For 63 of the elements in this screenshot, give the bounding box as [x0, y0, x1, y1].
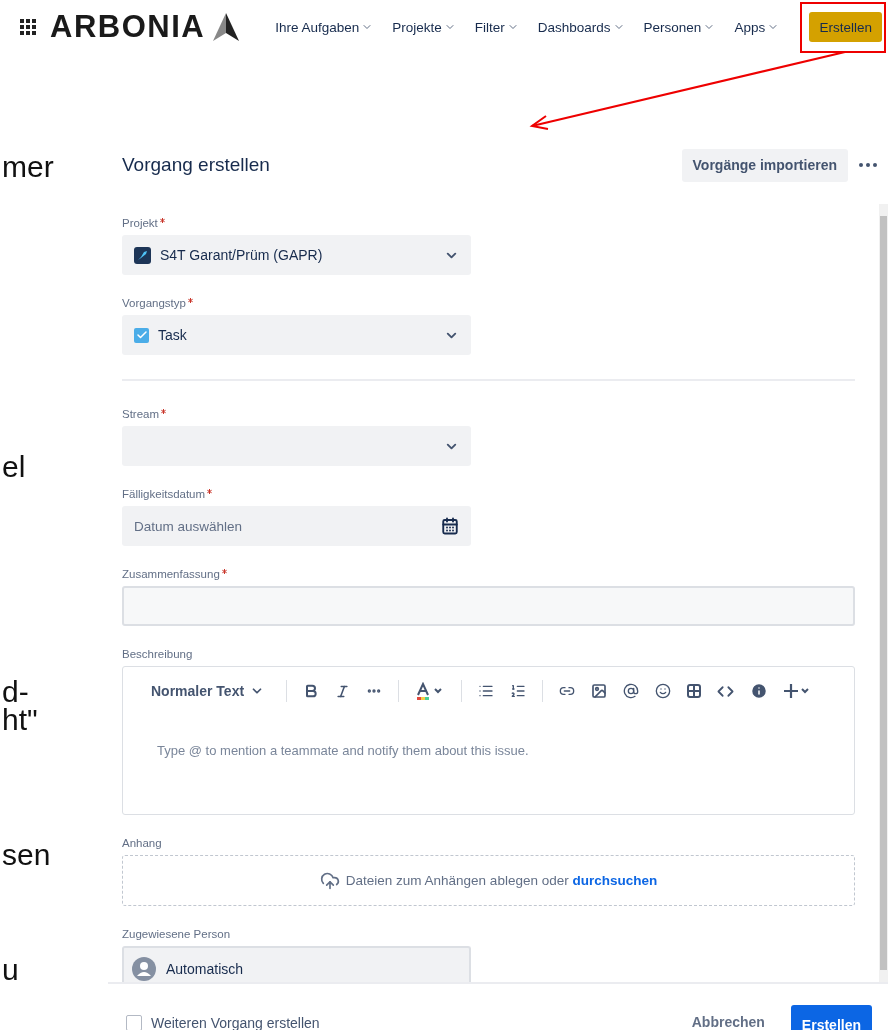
- emoji-icon[interactable]: [655, 683, 672, 699]
- select-field[interactable]: S4T Garant/Prüm (GAPR): [122, 235, 471, 275]
- italic-icon[interactable]: [335, 683, 351, 699]
- dialog-title: Vorgang erstellen: [122, 154, 271, 176]
- nav-menu[interactable]: Dashboards: [537, 19, 625, 35]
- field-label: Vorgangstyp: [122, 296, 855, 310]
- table-icon[interactable]: [687, 684, 702, 698]
- text-style-dropdown[interactable]: Normaler Text: [145, 683, 271, 699]
- submit-button[interactable]: Erstellen: [790, 1005, 872, 1030]
- nav-menu[interactable]: Filter: [474, 19, 519, 35]
- info-icon[interactable]: [750, 682, 769, 700]
- checkbox-icon: [134, 327, 149, 343]
- create-button[interactable]: Erstellen: [809, 12, 882, 42]
- import-button[interactable]: Vorgänge importieren: [681, 148, 848, 182]
- background-text: d-: [2, 677, 30, 707]
- field-label: Projekt: [122, 216, 855, 230]
- create-another-checkbox[interactable]: Weiteren Vorgang erstellen: [126, 1015, 686, 1030]
- nav-menu[interactable]: Apps: [734, 19, 780, 35]
- background-text: u: [2, 955, 20, 985]
- date-field[interactable]: Datum auswählen: [122, 506, 471, 546]
- field-label: Zugewiesene Person: [122, 927, 232, 941]
- background-text: ht": [2, 705, 39, 735]
- editor-placeholder: Type @ to mention a teammate and notify them about this issue.: [156, 742, 530, 758]
- cloud-upload-icon: [319, 870, 340, 891]
- required-asterisk-icon: [159, 218, 165, 223]
- background-text: el: [2, 452, 27, 482]
- numbered-list-icon[interactable]: [510, 683, 527, 699]
- field-label: Fälligkeitsdatum: [122, 487, 855, 501]
- browse-link[interactable]: durchsuchen: [572, 873, 658, 888]
- nav-menu[interactable]: Ihre Aufgaben: [275, 19, 374, 35]
- drop-hint: Dateien zum Anhängen ablegen oder durchsuchen: [345, 873, 658, 888]
- more-icon: [859, 163, 877, 167]
- file-drop-zone[interactable]: Dateien zum Anhängen ablegen oder durchsuchen: [122, 855, 855, 906]
- field-label: Beschreibung: [122, 647, 194, 661]
- required-asterisk-icon: [187, 298, 193, 303]
- editor-field[interactable]: Normaler Text Type @ to mention a teammate and notify them about this issue.: [122, 666, 855, 815]
- calendar-icon: [441, 517, 459, 535]
- required-asterisk-icon: [161, 409, 167, 414]
- background-text: mer: [2, 152, 55, 182]
- logo-mark-icon: [213, 13, 240, 41]
- assignee-field[interactable]: Automatisch: [122, 946, 471, 982]
- avatar-icon: [132, 957, 156, 981]
- field-label: Stream: [122, 407, 855, 421]
- scrollbar[interactable]: [879, 204, 888, 982]
- input-field[interactable]: [122, 586, 855, 626]
- nav-menu[interactable]: Personen: [643, 19, 716, 35]
- required-asterisk-icon: [221, 569, 227, 574]
- mention-icon[interactable]: [623, 683, 640, 699]
- insert-plus-icon[interactable]: [784, 683, 811, 699]
- image-icon[interactable]: [591, 683, 608, 699]
- select-field[interactable]: [122, 426, 471, 466]
- app-grid-icon[interactable]: [20, 19, 36, 35]
- required-asterisk-icon: [207, 489, 213, 494]
- brand-logo-text: ARBONIA: [50, 9, 206, 45]
- nav-menu[interactable]: Projekte: [392, 19, 456, 35]
- field-label: Zusammenfassung: [122, 567, 855, 581]
- field-label: Anhang: [122, 836, 163, 850]
- background-text: sen: [2, 840, 52, 870]
- rocket-icon: [134, 246, 151, 264]
- bullet-list-icon[interactable]: [478, 683, 495, 699]
- select-field[interactable]: Task: [122, 315, 471, 355]
- bold-icon[interactable]: [303, 683, 320, 699]
- cancel-button[interactable]: Abbrechen: [685, 1013, 771, 1030]
